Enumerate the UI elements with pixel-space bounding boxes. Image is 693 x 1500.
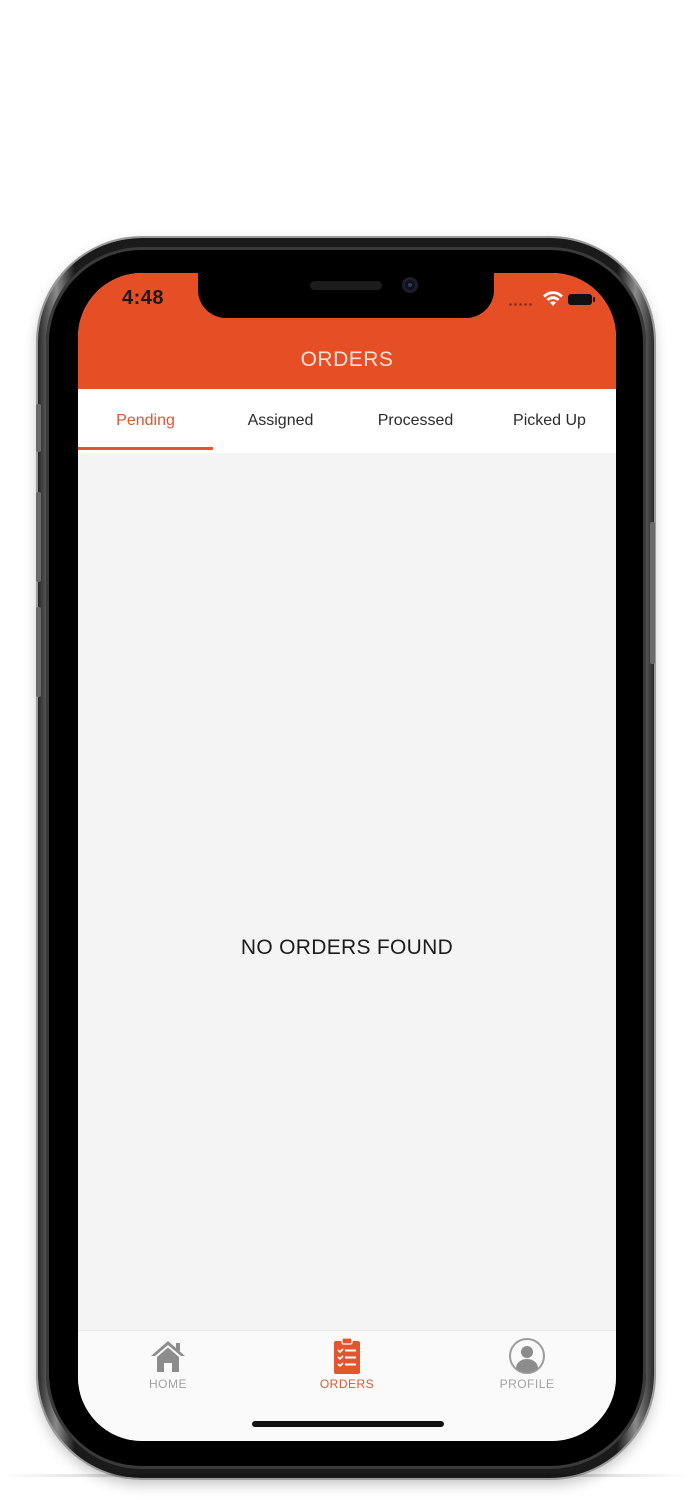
nav-home-label: HOME bbox=[149, 1377, 187, 1391]
active-tab-indicator bbox=[78, 447, 213, 450]
clipboard-list-icon bbox=[334, 1337, 360, 1374]
tab-pending[interactable]: Pending bbox=[78, 389, 213, 453]
user-icon bbox=[509, 1338, 545, 1374]
empty-state-message: NO ORDERS FOUND bbox=[240, 936, 454, 959]
battery-icon bbox=[568, 294, 595, 305]
tab-assigned[interactable]: Assigned bbox=[213, 389, 348, 453]
status-time: 4:48 bbox=[122, 287, 165, 309]
phone-shadow bbox=[0, 1474, 693, 1477]
nav-profile-label: PROFILE bbox=[499, 1377, 555, 1391]
notch bbox=[198, 273, 494, 318]
nav-home[interactable]: HOME bbox=[108, 1331, 228, 1401]
wifi-icon bbox=[543, 291, 563, 306]
home-icon bbox=[151, 1341, 185, 1372]
volume-down-button bbox=[36, 607, 41, 697]
app-header: 4:48 ORDERS bbox=[78, 273, 616, 389]
power-button bbox=[650, 522, 655, 664]
silent-switch bbox=[36, 404, 41, 452]
page-title: ORDERS bbox=[300, 348, 394, 371]
tab-picked-up[interactable]: Picked Up bbox=[483, 389, 616, 453]
home-indicator[interactable] bbox=[252, 1421, 444, 1427]
volume-up-button bbox=[36, 492, 41, 582]
speaker bbox=[310, 281, 382, 290]
nav-profile[interactable]: PROFILE bbox=[467, 1331, 587, 1401]
nav-orders[interactable]: ORDERS bbox=[287, 1331, 407, 1401]
status-icons bbox=[508, 291, 595, 307]
app-screen: 4:48 ORDERS Pending Assigned Processed P… bbox=[78, 273, 616, 1441]
nav-orders-label: ORDERS bbox=[319, 1377, 375, 1391]
order-status-tabs: Pending Assigned Processed Picked Up bbox=[78, 389, 616, 453]
front-camera bbox=[402, 277, 418, 293]
tab-processed[interactable]: Processed bbox=[348, 389, 483, 453]
signal-icon bbox=[508, 303, 534, 306]
